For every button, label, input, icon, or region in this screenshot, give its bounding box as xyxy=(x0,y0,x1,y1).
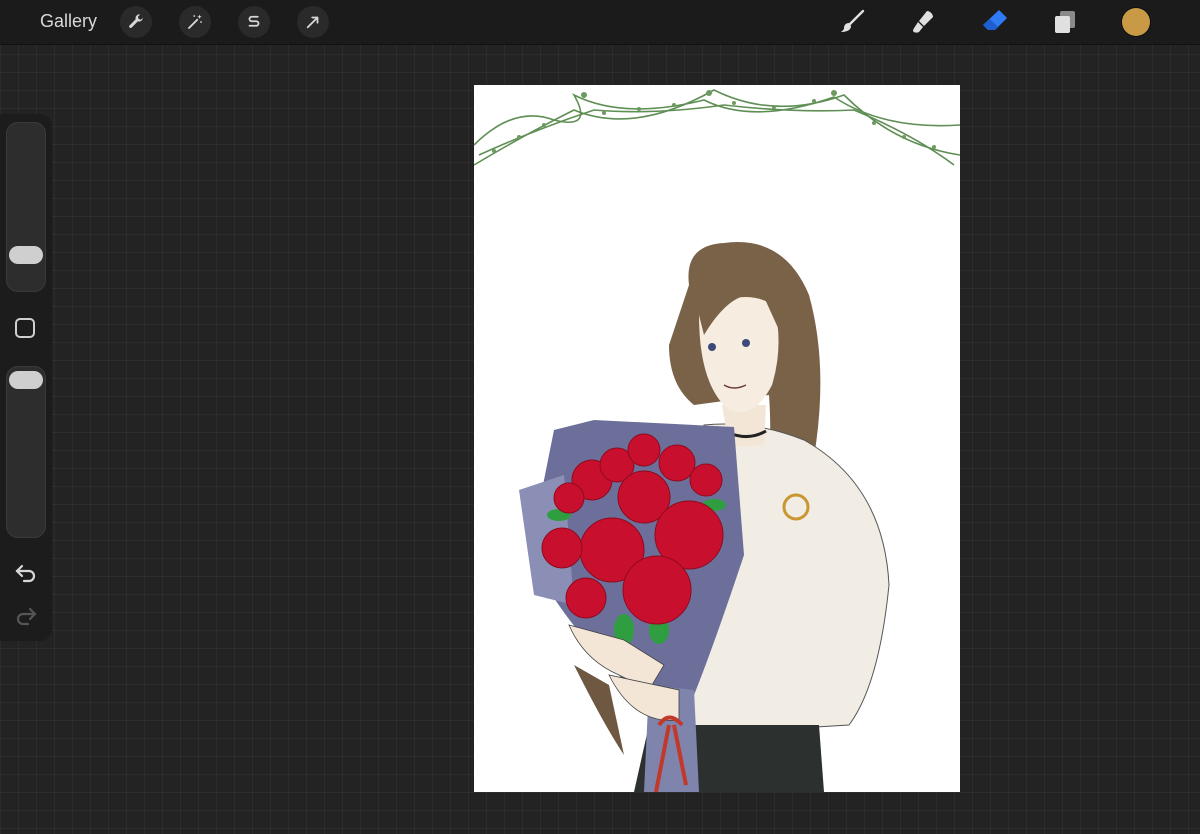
adjustments-button[interactable] xyxy=(179,6,211,38)
transform-button[interactable] xyxy=(297,6,329,38)
opacity-slider[interactable] xyxy=(6,366,46,538)
selection-button[interactable] xyxy=(238,6,270,38)
eraser-tool[interactable] xyxy=(980,7,1010,37)
magic-wand-icon xyxy=(188,14,202,29)
redo-icon xyxy=(16,607,37,626)
redo-button[interactable] xyxy=(12,604,40,628)
selection-s-icon xyxy=(248,15,260,27)
brush-icon xyxy=(841,9,865,32)
brush-size-slider[interactable] xyxy=(6,122,46,292)
artwork-illustration xyxy=(474,89,960,792)
paint-tool[interactable] xyxy=(837,7,867,37)
color-picker-button[interactable] xyxy=(1122,8,1150,36)
modify-button[interactable] xyxy=(15,318,35,338)
left-sidebar xyxy=(0,114,52,641)
arrow-transform-icon xyxy=(306,16,319,29)
layers-icon xyxy=(1055,11,1075,33)
vine-garland xyxy=(474,89,960,166)
smudge-tool[interactable] xyxy=(908,7,938,37)
top-toolbar: Gallery xyxy=(0,0,1200,45)
drawing-canvas[interactable] xyxy=(474,85,960,792)
undo-button[interactable] xyxy=(12,561,40,585)
eraser-icon xyxy=(983,10,1007,30)
wrench-icon xyxy=(129,14,143,28)
brush-size-thumb[interactable] xyxy=(9,246,43,264)
gallery-button[interactable]: Gallery xyxy=(40,11,97,32)
actions-button[interactable] xyxy=(120,6,152,38)
smudge-icon xyxy=(913,11,933,33)
opacity-thumb[interactable] xyxy=(9,371,43,389)
layers-button[interactable] xyxy=(1050,7,1080,37)
undo-icon xyxy=(15,564,36,583)
